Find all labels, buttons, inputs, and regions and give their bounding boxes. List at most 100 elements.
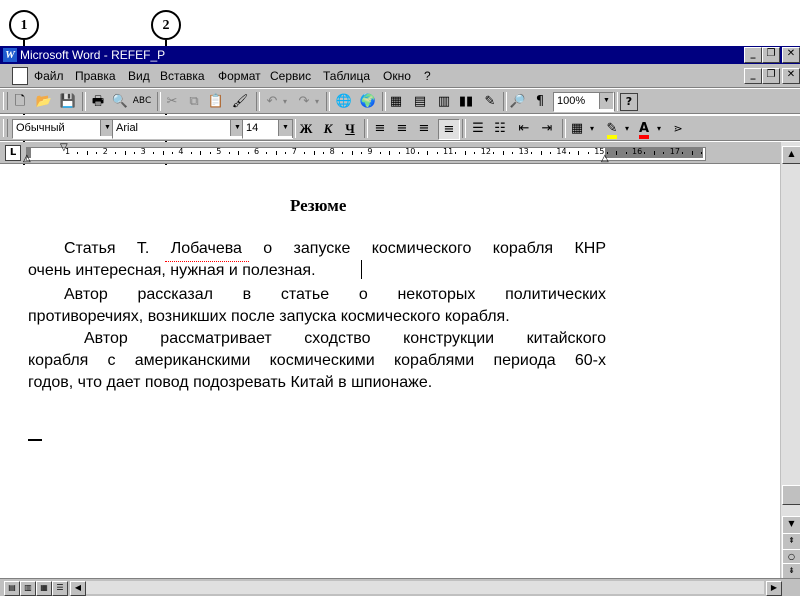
web-toolbar-icon[interactable]: 🌍 xyxy=(358,92,378,111)
bold-button[interactable]: Ж xyxy=(296,119,316,138)
ruler-tick xyxy=(531,152,533,154)
first-line-indent-marker[interactable]: ▽ xyxy=(60,143,68,153)
hyperlink-icon[interactable]: 🌐 xyxy=(334,92,354,111)
cut-icon[interactable]: ✂ xyxy=(162,92,182,111)
doc-close-button[interactable]: ✕ xyxy=(782,68,800,84)
highlight-dropdown-icon[interactable]: ▾ xyxy=(622,119,632,138)
close-button[interactable]: ✕ xyxy=(782,47,800,63)
ruler-tick xyxy=(360,152,362,154)
highlight-icon[interactable]: ✎ xyxy=(602,119,622,139)
font-color-dropdown-icon[interactable]: ▾ xyxy=(654,119,664,138)
undo-dropdown-icon[interactable]: ▾ xyxy=(280,92,290,111)
scroll-thumb[interactable] xyxy=(782,485,800,505)
italic-button[interactable]: К xyxy=(318,119,338,138)
font-select[interactable]: Arial ▼ xyxy=(112,119,245,139)
drawing-icon[interactable]: ✎ xyxy=(480,92,500,111)
redo-icon[interactable]: ↷ xyxy=(294,92,314,111)
menu-file[interactable]: Файл xyxy=(34,69,64,83)
ruler-tick xyxy=(389,151,391,155)
align-right-icon[interactable]: ≡ xyxy=(414,119,434,138)
outline-view-button[interactable]: ☰ xyxy=(52,581,68,596)
ruler-tick xyxy=(134,152,136,154)
chevron-down-icon[interactable]: ▼ xyxy=(278,120,292,136)
scroll-up-button[interactable]: ▲ xyxy=(782,146,800,164)
pilcrow-icon[interactable]: ¶ xyxy=(530,92,550,111)
copy-icon[interactable]: ⧉ xyxy=(184,92,204,111)
format-painter-icon[interactable]: 🖌 xyxy=(230,92,250,111)
ruler-tick xyxy=(436,152,438,154)
horizontal-scroll-track[interactable] xyxy=(86,581,764,594)
horizontal-ruler[interactable]: L 1 2 3 4 5 6 7 8 9 10 11 12 13 14 15 16 17 ▽ △ △ xyxy=(0,142,800,164)
save-icon[interactable]: 💾 xyxy=(58,92,78,111)
scroll-down-button[interactable]: ▼ xyxy=(782,516,800,534)
style-select[interactable]: Обычный ▼ xyxy=(12,119,115,139)
document-map-icon[interactable]: 🔎 xyxy=(508,92,528,111)
normal-view-button[interactable]: ▤ xyxy=(4,581,20,596)
menu-format[interactable]: Формат xyxy=(218,69,261,83)
align-left-icon[interactable]: ≡ xyxy=(370,119,390,138)
bullets-icon[interactable]: ☷ xyxy=(490,119,510,138)
print-layout-button[interactable]: ▦ xyxy=(36,581,52,596)
toolbar-grip[interactable] xyxy=(3,92,8,110)
insert-excel-icon[interactable]: ▥ xyxy=(434,92,454,111)
zoom-select[interactable]: 100% ▼ xyxy=(553,92,614,112)
open-folder-icon[interactable]: 📂 xyxy=(34,92,54,111)
paragraph-line: Автор рассказал в статье о некоторых пол… xyxy=(64,286,606,303)
more-buttons-icon[interactable]: ⋗ xyxy=(668,119,688,138)
document-title: Резюме xyxy=(290,196,347,215)
columns-icon[interactable]: ▮▮ xyxy=(456,92,476,111)
doc-minimize-button[interactable]: _ xyxy=(744,68,762,84)
font-size-select[interactable]: 14 ▼ xyxy=(242,119,293,139)
font-color-icon[interactable]: A xyxy=(634,119,654,139)
borders-dropdown-icon[interactable]: ▾ xyxy=(587,119,597,138)
ruler-tick xyxy=(474,152,476,154)
menu-tools[interactable]: Сервис xyxy=(270,69,311,83)
paste-icon[interactable]: 📋 xyxy=(206,92,226,111)
ruler-tick xyxy=(691,151,693,155)
scroll-right-button[interactable]: ▶ xyxy=(766,581,782,596)
chevron-down-icon[interactable]: ▼ xyxy=(599,93,613,109)
decrease-indent-icon[interactable]: ⇤ xyxy=(514,119,534,138)
tables-borders-icon[interactable]: ▦ xyxy=(386,92,406,111)
left-indent-marker[interactable]: △ xyxy=(23,154,31,164)
document-page[interactable]: Резюме Статья Т. Лобачева о запуске косм… xyxy=(0,165,780,578)
menu-insert[interactable]: Вставка xyxy=(160,69,205,83)
ruler-tick xyxy=(266,152,268,154)
end-of-document-mark xyxy=(28,439,42,441)
menu-edit[interactable]: Правка xyxy=(75,69,116,83)
vertical-scrollbar[interactable]: ▲ ▼ ⇞ ○ ⇟ xyxy=(780,142,800,581)
toolbar-grip[interactable] xyxy=(3,119,8,137)
justify-icon[interactable]: ≡ xyxy=(438,119,460,140)
horizontal-scrollbar[interactable]: ▤ ▥ ▦ ☰ ◀ ▶ xyxy=(0,578,800,596)
print-preview-icon[interactable]: 🔍 xyxy=(110,92,130,111)
undo-icon[interactable]: ↶ xyxy=(262,92,282,111)
print-icon[interactable]: 🖶 xyxy=(88,92,108,111)
restore-button[interactable]: ❐ xyxy=(762,47,780,63)
callout-2: 2 xyxy=(151,10,181,40)
ruler-tick xyxy=(644,152,646,154)
web-layout-button[interactable]: ▥ xyxy=(20,581,36,596)
doc-restore-button[interactable]: ❐ xyxy=(762,68,780,84)
increase-indent-icon[interactable]: ⇥ xyxy=(537,119,557,138)
word-app-icon[interactable]: W xyxy=(3,48,17,62)
menu-table[interactable]: Таблица xyxy=(323,69,370,83)
borders-icon[interactable]: ▦ xyxy=(567,119,587,138)
minimize-button[interactable]: _ xyxy=(744,47,762,63)
menu-view[interactable]: Вид xyxy=(128,69,150,83)
insert-table-icon[interactable]: ▤ xyxy=(410,92,430,111)
window-title: Microsoft Word - REFEF_P xyxy=(20,48,166,62)
new-document-icon[interactable]: 🗋 xyxy=(10,92,30,111)
menu-window[interactable]: Окно xyxy=(383,69,411,83)
menu-help[interactable]: ? xyxy=(424,69,431,83)
ruler-number: 14 xyxy=(556,147,567,156)
right-indent-marker[interactable]: △ xyxy=(601,154,609,164)
scroll-left-button[interactable]: ◀ xyxy=(70,581,86,596)
help-icon[interactable]: ? xyxy=(620,93,638,111)
redo-dropdown-icon[interactable]: ▾ xyxy=(312,92,322,111)
underline-button[interactable]: Ч xyxy=(340,119,360,138)
document-icon[interactable] xyxy=(12,67,28,85)
numbering-icon[interactable]: ☰ xyxy=(468,119,488,138)
align-center-icon[interactable]: ≡ xyxy=(392,119,412,138)
spelling-icon[interactable]: ABC xyxy=(132,92,152,111)
tab-stop-selector[interactable]: L xyxy=(5,145,21,161)
